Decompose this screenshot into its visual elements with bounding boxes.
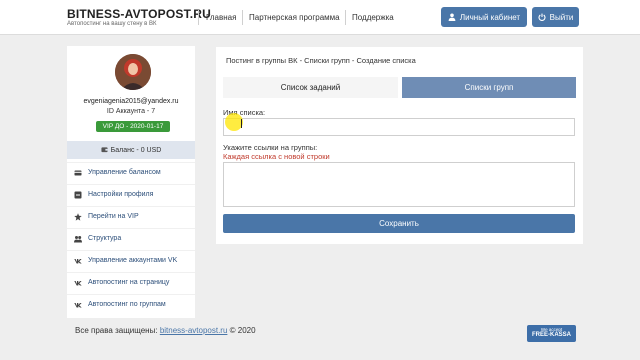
sidebar-item-label: Управление аккаунтами VK [88, 257, 178, 264]
badge-line2: FREE-KASSA [531, 332, 571, 338]
users-icon [74, 235, 82, 243]
sidebar: evgeniagenia2015@yandex.ru ID Аккаунта -… [67, 46, 195, 318]
sidebar-item-profile-settings[interactable]: Настройки профиля [67, 184, 195, 204]
avatar [115, 54, 151, 90]
main-panel: Постинг в группы ВК - Списки групп - Соз… [216, 47, 583, 244]
tab-group-lists[interactable]: Списки групп [402, 77, 576, 98]
personal-cabinet-button[interactable]: Личный кабинет [441, 7, 527, 27]
sidebar-item-label: Структура [88, 235, 122, 242]
badge-line1: We accept [540, 327, 563, 332]
account-id: ID Аккаунта - 7 [106, 108, 156, 115]
wallet-icon [101, 146, 108, 155]
vk-icon [74, 257, 82, 265]
sidebar-item-label: Автопостинг по группам [88, 301, 166, 308]
sidebar-item-label: Настройки профиля [88, 191, 154, 198]
group-links-textarea[interactable] [223, 162, 575, 207]
nav-divider [345, 10, 346, 25]
group-links-label: Укажите ссылки на группы: [223, 143, 318, 152]
sidebar-item-label: Управление балансом [88, 169, 161, 176]
card-icon [74, 169, 82, 177]
star-icon [74, 212, 82, 221]
sidebar-item-autopost-page[interactable]: Автопостинг на страницу [67, 272, 195, 292]
list-name-input[interactable] [223, 118, 575, 136]
vk-icon [74, 279, 82, 287]
balance-box: Баланс - 0 USD [67, 141, 195, 159]
nav-support[interactable]: Поддержка [352, 13, 394, 22]
site-logo[interactable]: BITNESS-AVTOPOST.RU [67, 7, 211, 21]
settings-icon [74, 191, 82, 199]
top-header: BITNESS-AVTOPOST.RU Автопостинг на вашу … [0, 0, 640, 35]
nav-divider [242, 10, 243, 25]
vip-badge: VIP ДО - 2020-01-17 [96, 121, 170, 132]
sidebar-item-structure[interactable]: Структура [67, 228, 195, 248]
sidebar-item-label: Перейти на VIP [88, 213, 139, 220]
logout-label: Выйти [549, 12, 574, 22]
save-button[interactable]: Сохранить [223, 214, 575, 233]
text-cursor-icon [241, 119, 242, 128]
sidebar-item-autopost-groups[interactable]: Автопостинг по группам [67, 294, 195, 314]
group-links-hint: Каждая ссылка с новой строки [223, 152, 330, 161]
footer-year: © 2020 [229, 326, 256, 335]
sidebar-item-vk-accounts[interactable]: Управление аккаунтами VK [67, 250, 195, 270]
breadcrumb: Постинг в группы ВК - Списки групп - Соз… [226, 56, 416, 65]
free-kassa-badge[interactable]: We accept FREE-KASSA [527, 325, 576, 342]
vk-icon [74, 301, 82, 309]
sidebar-item-balance[interactable]: Управление балансом [67, 162, 195, 182]
footer-site-link[interactable]: bitness-avtopost.ru [160, 326, 228, 335]
user-email: evgeniagenia2015@yandex.ru [83, 98, 179, 105]
site-tagline: Автопостинг на вашу стену в ВК [67, 21, 157, 27]
footer-copyright: Все права защищены: bitness-avtopost.ru … [75, 326, 256, 335]
sidebar-item-vip[interactable]: Перейти на VIP [67, 206, 195, 226]
nav-home[interactable]: Главная [206, 13, 236, 22]
logout-button[interactable]: Выйти [532, 7, 579, 27]
nav-partner-program[interactable]: Партнерская программа [249, 13, 340, 22]
tab-task-list[interactable]: Список заданий [223, 77, 398, 98]
personal-cabinet-label: Личный кабинет [459, 12, 521, 22]
user-icon [448, 13, 456, 21]
sidebar-item-label: Автопостинг на страницу [88, 279, 170, 286]
balance-label: Баланс - 0 USD [110, 146, 162, 154]
power-icon [538, 13, 546, 21]
nav-divider [198, 10, 199, 25]
footer-rights-label: Все права защищены: [75, 326, 158, 335]
